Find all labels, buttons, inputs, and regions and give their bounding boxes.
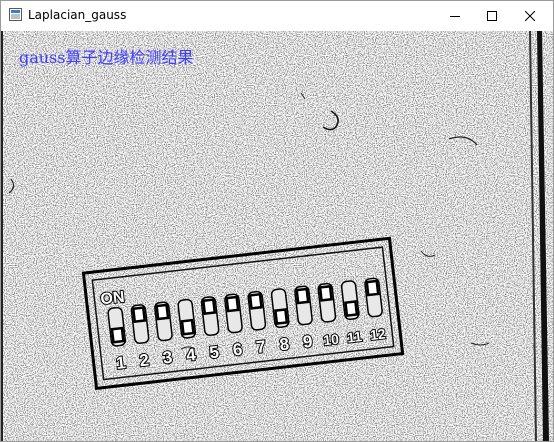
switch-knob — [155, 303, 170, 321]
overlay-caption: gauss算子边缘检测结果 — [19, 48, 194, 67]
switch-knob — [201, 298, 217, 316]
switch-number-label: 11 — [346, 328, 363, 346]
switch-knob — [131, 306, 147, 324]
switch-on-label: ON — [100, 289, 126, 309]
switch-knob — [248, 292, 263, 310]
switch-knob — [274, 308, 289, 325]
image-canvas: ON 1 2 3 4 5 6 7 8 9 10 11 12 gauss算子边缘检测结果 — [1, 31, 553, 441]
window-title: Laplacian_gauss — [28, 8, 127, 22]
switch-knob — [318, 284, 333, 302]
switch-number-label: 10 — [322, 331, 339, 349]
switch-knob — [225, 295, 240, 313]
app-window: Laplacian_gauss ON 1 2 3 4 5 6 7 8 9 10 … — [0, 0, 554, 442]
edge-detection-image: ON1 2 3 4 5 6 7 8 9 10 11 12 — [1, 31, 553, 441]
minimize-icon — [450, 15, 460, 17]
close-button[interactable] — [507, 1, 553, 30]
switch-knob — [365, 279, 380, 297]
app-window-icon — [9, 8, 22, 21]
maximize-icon — [487, 10, 497, 21]
switch-knob — [295, 287, 310, 305]
switch-knob — [110, 326, 125, 344]
close-icon — [525, 10, 535, 21]
switch-knob — [180, 318, 195, 336]
switch-knob — [344, 300, 359, 317]
switch-number-label: 12 — [369, 325, 386, 343]
title-bar[interactable]: Laplacian_gauss — [1, 1, 553, 31]
